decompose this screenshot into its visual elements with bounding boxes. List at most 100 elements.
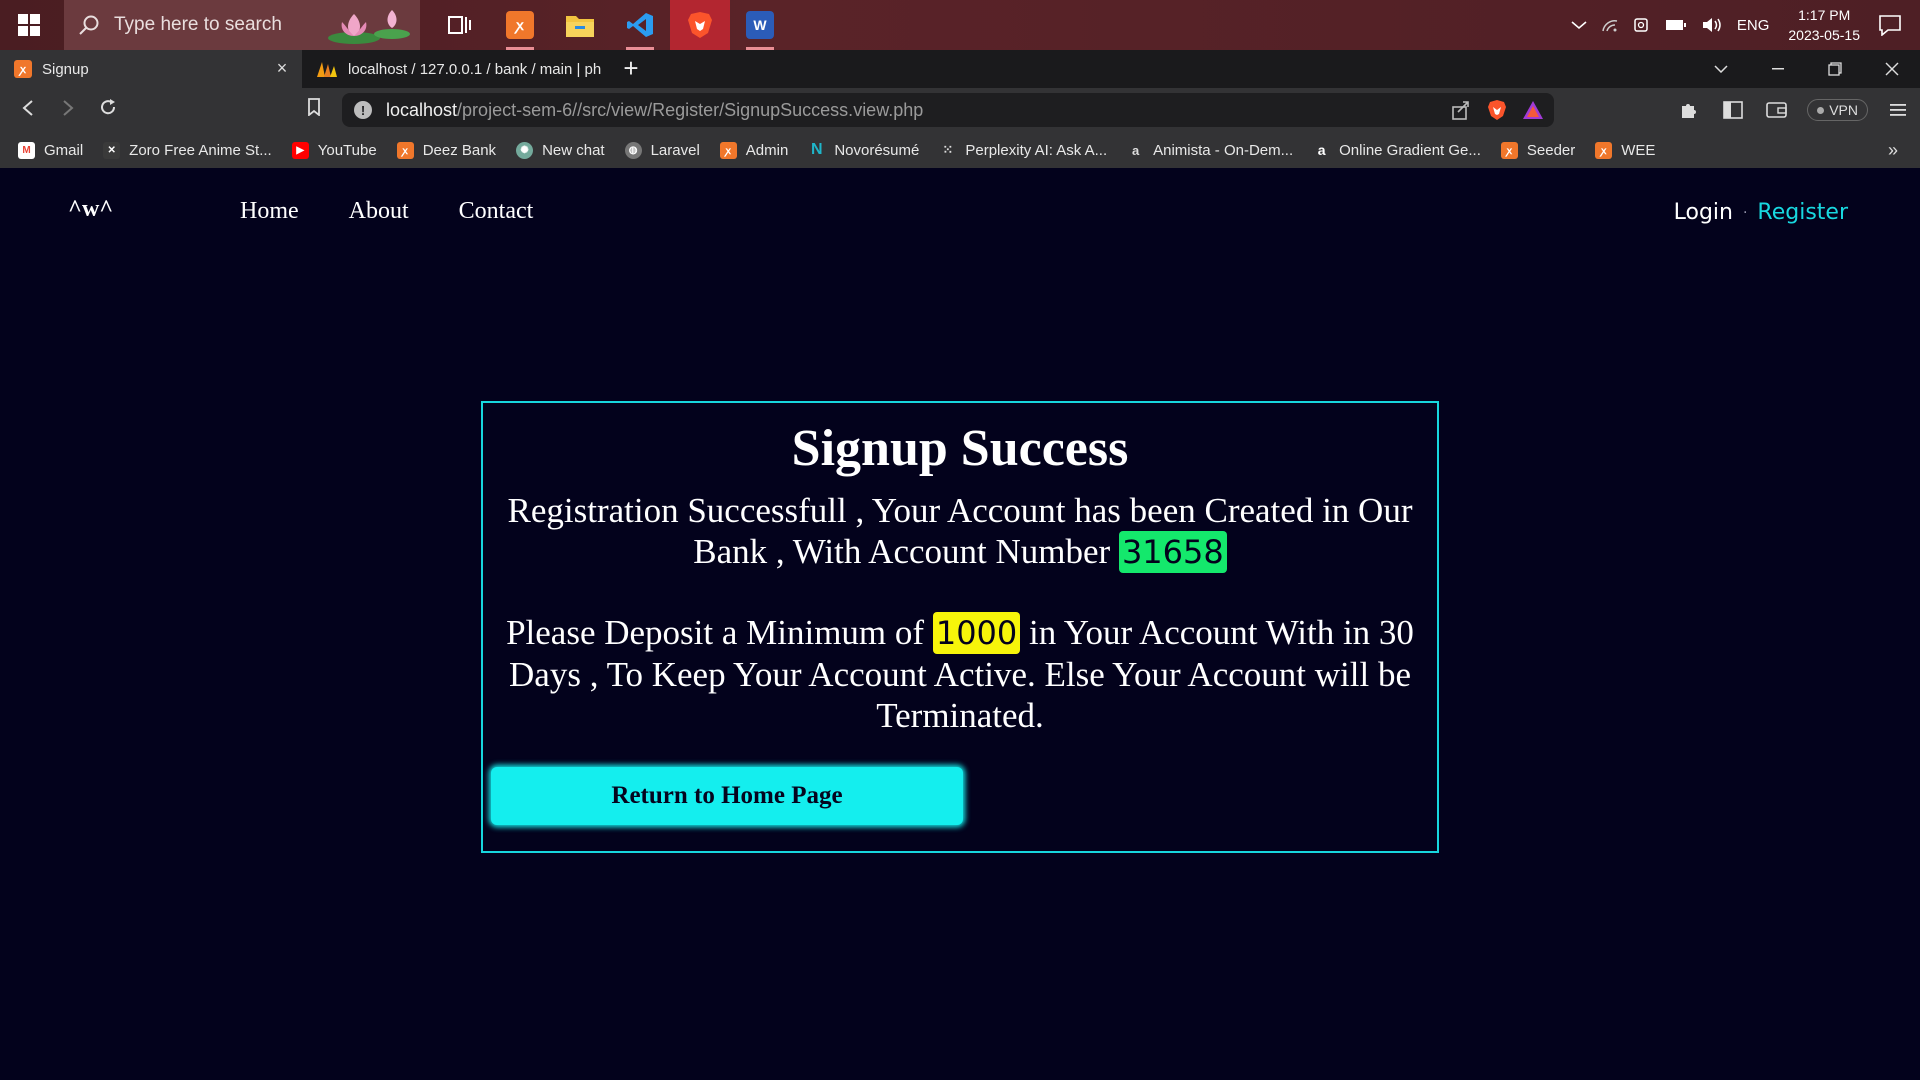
- word-icon: W: [746, 11, 774, 39]
- reload-button[interactable]: [96, 98, 120, 122]
- chevron-up-icon[interactable]: [1571, 20, 1587, 30]
- site-info-icon[interactable]: !: [354, 101, 372, 119]
- vpn-button[interactable]: VPN: [1807, 99, 1868, 121]
- new-tab-button[interactable]: +: [618, 55, 644, 82]
- window-controls: [1692, 50, 1920, 88]
- globe-icon: ◍: [624, 141, 642, 159]
- back-button[interactable]: [16, 98, 40, 122]
- search-icon: [79, 15, 99, 35]
- wifi-icon[interactable]: [1601, 17, 1619, 33]
- card-title: Signup Success: [791, 420, 1129, 477]
- register-link[interactable]: Register: [1757, 200, 1848, 225]
- close-icon[interactable]: ×: [274, 59, 290, 77]
- brave-icon: [688, 12, 712, 38]
- language-indicator[interactable]: ENG: [1737, 17, 1770, 34]
- deposit-message-text-before: Please Deposit a Minimum of: [506, 613, 933, 652]
- bookmark-deez-bank[interactable]: ꭗ Deez Bank: [396, 141, 497, 159]
- bookmark-zoro[interactable]: ✕ Zoro Free Anime St...: [103, 141, 272, 159]
- url-host: localhost: [386, 99, 458, 120]
- bookmark-label: YouTube: [317, 141, 377, 159]
- bookmark-gradient[interactable]: a Online Gradient Ge...: [1313, 142, 1481, 159]
- extensions-icon[interactable]: [1677, 98, 1701, 122]
- tab-phpmyadmin[interactable]: localhost / 127.0.0.1 / bank / main | ph: [302, 50, 604, 88]
- taskbar-word[interactable]: W: [730, 0, 790, 50]
- bookmark-perplexity[interactable]: ⁙ Perplexity AI: Ask A...: [939, 142, 1107, 159]
- url-path: /project-sem-6//src/view/Register/Signup…: [457, 99, 924, 120]
- clock[interactable]: 1:17 PM 2023-05-15: [1788, 5, 1860, 45]
- return-home-button[interactable]: Return to Home Page: [491, 767, 963, 825]
- bookmark-youtube[interactable]: ▶ YouTube: [291, 141, 377, 159]
- camera-icon[interactable]: [1633, 17, 1651, 33]
- restore-icon: [1827, 62, 1842, 76]
- bookmark-gmail[interactable]: M Gmail: [18, 141, 83, 159]
- bookmark-admin[interactable]: ꭗ Admin: [719, 141, 789, 159]
- notification-icon[interactable]: [1878, 14, 1902, 36]
- volume-icon[interactable]: [1701, 17, 1723, 33]
- nav-about-link[interactable]: About: [349, 198, 409, 225]
- more-bookmarks-icon[interactable]: »: [1888, 140, 1898, 161]
- bookmark-label: Animista - On-Dem...: [1153, 141, 1294, 159]
- bookmark-label: Laravel: [650, 141, 700, 159]
- forward-button[interactable]: [56, 98, 80, 122]
- bookmark-label: Admin: [745, 141, 789, 159]
- bookmark-label: Deez Bank: [422, 141, 497, 159]
- browser-toolbar: ! localhost /project-sem-6//src/view/Reg…: [0, 88, 1920, 132]
- vscode-icon: [627, 13, 653, 37]
- battery-icon[interactable]: [1665, 19, 1687, 31]
- minimum-amount-badge: 1000: [932, 612, 1021, 654]
- share-icon[interactable]: [1450, 99, 1472, 121]
- windows-logo-icon: [18, 14, 40, 36]
- bookmark-laravel[interactable]: ◍ Laravel: [624, 141, 700, 159]
- login-link[interactable]: Login: [1674, 200, 1733, 225]
- signup-success-card: Signup Success Registration Successfull …: [481, 401, 1439, 853]
- registration-message: Registration Successfull , Your Account …: [483, 490, 1437, 573]
- bookmark-button[interactable]: [302, 98, 326, 122]
- site-logo[interactable]: ^w^: [68, 196, 113, 223]
- taskbar-vscode[interactable]: [610, 0, 670, 50]
- minimize-button[interactable]: [1749, 50, 1806, 88]
- bookmark-label: Zoro Free Anime St...: [129, 141, 272, 159]
- nav-home-link[interactable]: Home: [240, 198, 299, 225]
- bookmark-label: Online Gradient Ge...: [1339, 141, 1481, 159]
- taskbar-task-view[interactable]: [430, 0, 490, 50]
- task-view-icon: [448, 16, 471, 34]
- taskbar-xampp[interactable]: ꭗ: [490, 0, 550, 50]
- address-bar[interactable]: ! localhost /project-sem-6//src/view/Reg…: [342, 93, 1554, 127]
- xampp-icon: ꭗ: [396, 141, 414, 159]
- bookmark-novoresume[interactable]: N Novorésumé: [808, 141, 920, 159]
- xampp-icon: ꭗ: [719, 141, 737, 159]
- file-explorer-icon: [566, 16, 594, 37]
- sidebar-icon[interactable]: [1721, 98, 1745, 122]
- bookmark-icon: [308, 98, 320, 117]
- xampp-icon: ꭗ: [1500, 141, 1518, 159]
- bookmark-seeder[interactable]: ꭗ Seeder: [1500, 141, 1575, 159]
- openai-icon: ✺: [516, 141, 534, 159]
- start-button[interactable]: [0, 0, 58, 50]
- menu-icon[interactable]: [1886, 98, 1910, 122]
- deposit-message: Please Deposit a Minimum of 1000 in Your…: [483, 612, 1437, 736]
- brave-rewards-icon[interactable]: [1522, 99, 1544, 121]
- taskbar-file-explorer[interactable]: [550, 0, 610, 50]
- phpmyadmin-icon: [317, 62, 337, 77]
- xampp-icon: ꭗ: [506, 11, 534, 39]
- taskbar-search-box[interactable]: Type here to search: [64, 0, 420, 50]
- nav-contact-link[interactable]: Contact: [459, 198, 534, 225]
- bookmark-label: New chat: [542, 141, 605, 159]
- taskbar-brave[interactable]: [670, 0, 730, 50]
- brave-shields-icon[interactable]: [1486, 99, 1508, 121]
- close-window-button[interactable]: [1863, 50, 1920, 88]
- tab-search-button[interactable]: [1692, 50, 1749, 88]
- web-page: ^w^ Home About Contact Login · Register …: [0, 168, 1920, 1080]
- tab-signup[interactable]: ꭗ Signup ×: [0, 50, 302, 88]
- bookmark-new-chat[interactable]: ✺ New chat: [516, 141, 605, 159]
- animista-icon: a: [1131, 142, 1140, 158]
- bookmark-animista[interactable]: a Animista - On-Dem...: [1127, 142, 1293, 159]
- account-number-badge: 31658: [1118, 531, 1227, 573]
- bookmark-wee[interactable]: ꭗ WEE: [1595, 141, 1655, 159]
- restore-button[interactable]: [1806, 50, 1863, 88]
- system-tray: ENG 1:17 PM 2023-05-15: [1564, 0, 1920, 50]
- bookmark-label: Novorésumé: [834, 141, 920, 159]
- tab-title: localhost / 127.0.0.1 / bank / main | ph: [348, 60, 602, 78]
- tab-title: Signup: [42, 60, 89, 78]
- wallet-icon[interactable]: [1765, 98, 1789, 122]
